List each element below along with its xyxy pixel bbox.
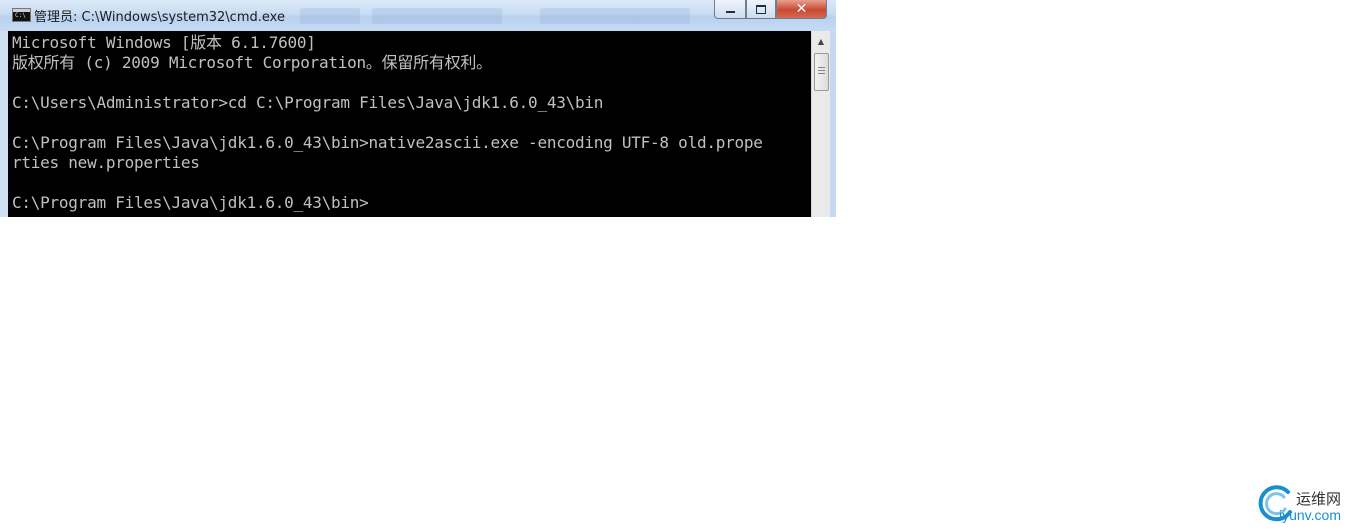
background-blur: [372, 8, 502, 24]
grip-line: [818, 70, 825, 71]
console-output[interactable]: Microsoft Windows [版本 6.1.7600] 版权所有 (c)…: [8, 31, 811, 217]
grip-line: [818, 67, 825, 68]
background-blur: [540, 8, 690, 24]
scroll-up-arrow-icon[interactable]: ▲: [813, 33, 829, 49]
scroll-thumb[interactable]: [814, 53, 829, 91]
cmd-window: 管理员: C:\Windows\system32\cmd.exe ✕ Micro…: [0, 0, 836, 217]
maximize-button[interactable]: [746, 0, 776, 19]
close-button[interactable]: ✕: [776, 0, 827, 19]
vertical-scrollbar[interactable]: ▲: [811, 31, 831, 217]
console-line: 版权所有 (c) 2009 Microsoft Corporation。保留所有…: [12, 53, 492, 72]
maximize-icon: [756, 4, 766, 14]
console-line: Microsoft Windows [版本 6.1.7600]: [12, 33, 316, 52]
console-prompt: C:\Program Files\Java\jdk1.6.0_43\bin>: [12, 193, 369, 212]
title-bar[interactable]: 管理员: C:\Windows\system32\cmd.exe ✕: [0, 0, 836, 31]
close-icon: ✕: [795, 1, 808, 17]
console-line: C:\Users\Administrator>cd C:\Program Fil…: [12, 93, 604, 112]
grip-line: [818, 73, 825, 74]
window-frame-right: [830, 31, 836, 217]
cmd-app-icon[interactable]: [12, 8, 31, 22]
watermark-url: iyunv.com: [1279, 507, 1341, 523]
background-blur: [300, 8, 360, 24]
minimize-button[interactable]: [714, 0, 746, 19]
console-line: C:\Program Files\Java\jdk1.6.0_43\bin>na…: [12, 133, 763, 152]
minimize-icon: [725, 11, 735, 13]
window-title: 管理员: C:\Windows\system32\cmd.exe: [34, 10, 285, 25]
watermark-name: 运维网: [1296, 490, 1342, 508]
console-line: rties new.properties: [12, 153, 200, 172]
